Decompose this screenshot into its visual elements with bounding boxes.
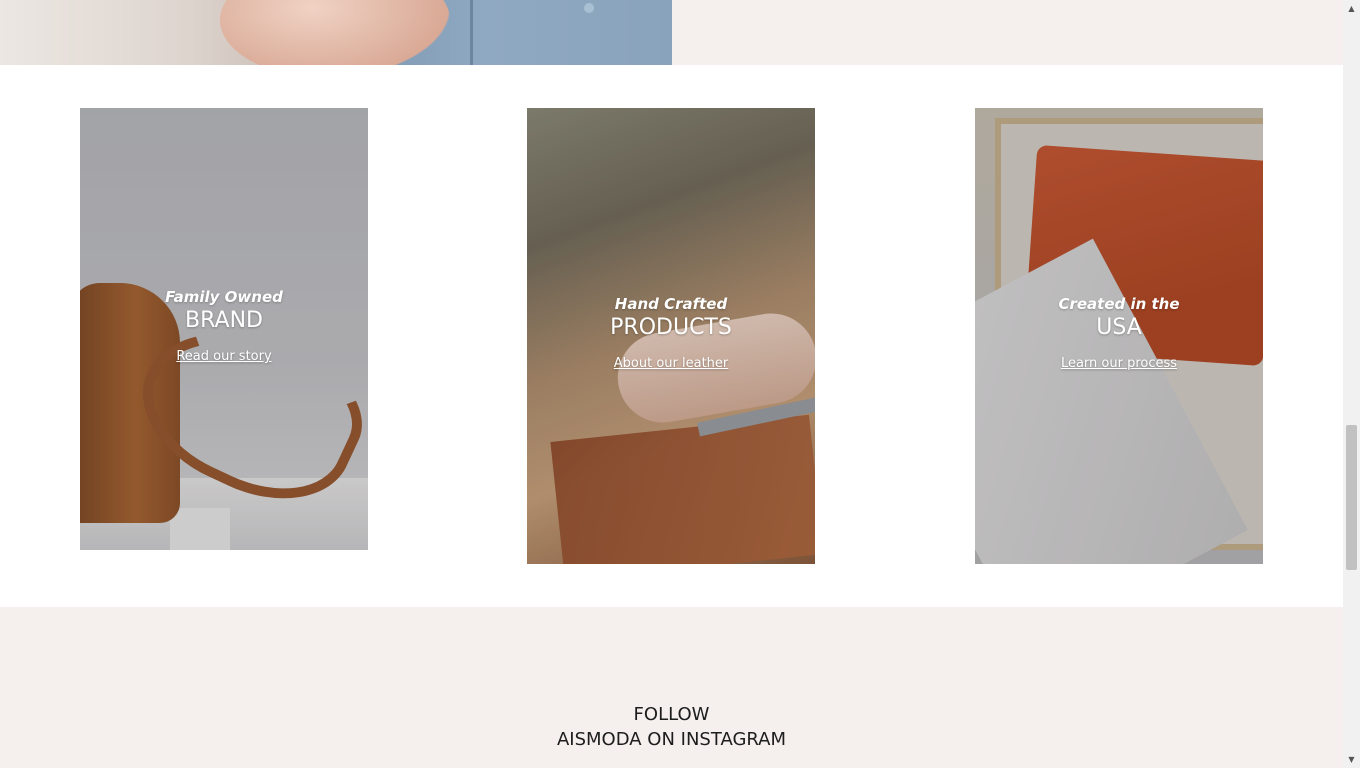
card-family-owned-brand[interactable]: Family Owned BRAND Read our story: [80, 108, 368, 550]
card-created-in-usa[interactable]: Created in the USA Learn our process: [975, 108, 1263, 564]
card-eyebrow: Created in the: [1058, 295, 1180, 313]
card-eyebrow: Hand Crafted: [614, 295, 728, 313]
hero-image-fragment: [0, 0, 672, 65]
read-our-story-link[interactable]: Read our story: [176, 349, 271, 364]
card-text: Hand Crafted PRODUCTS About our leather: [527, 295, 815, 371]
hand-shape: [220, 0, 450, 65]
instagram-heading: FOLLOW AISMODA ON INSTAGRAM: [0, 702, 1343, 752]
shirt-seam: [470, 0, 473, 65]
card-headline: BRAND: [185, 308, 263, 333]
page-scrollbar[interactable]: ▲ ▼: [1343, 0, 1360, 768]
instagram-account-label: AISMODA ON INSTAGRAM: [556, 729, 787, 750]
scroll-down-icon[interactable]: ▼: [1343, 751, 1360, 768]
follow-label: FOLLOW: [633, 704, 710, 725]
shirt-button: [584, 3, 594, 13]
card-text: Family Owned BRAND Read our story: [80, 288, 368, 364]
learn-our-process-link[interactable]: Learn our process: [1061, 356, 1177, 371]
card-hand-crafted-products[interactable]: Hand Crafted PRODUCTS About our leather: [527, 108, 815, 564]
scroll-up-icon[interactable]: ▲: [1343, 0, 1360, 17]
card-headline: USA: [1096, 315, 1142, 340]
scroll-thumb[interactable]: [1346, 425, 1357, 570]
card-eyebrow: Family Owned: [165, 288, 283, 306]
card-headline: PRODUCTS: [610, 315, 732, 340]
card-text: Created in the USA Learn our process: [975, 295, 1263, 371]
about-our-leather-link[interactable]: About our leather: [614, 356, 729, 371]
